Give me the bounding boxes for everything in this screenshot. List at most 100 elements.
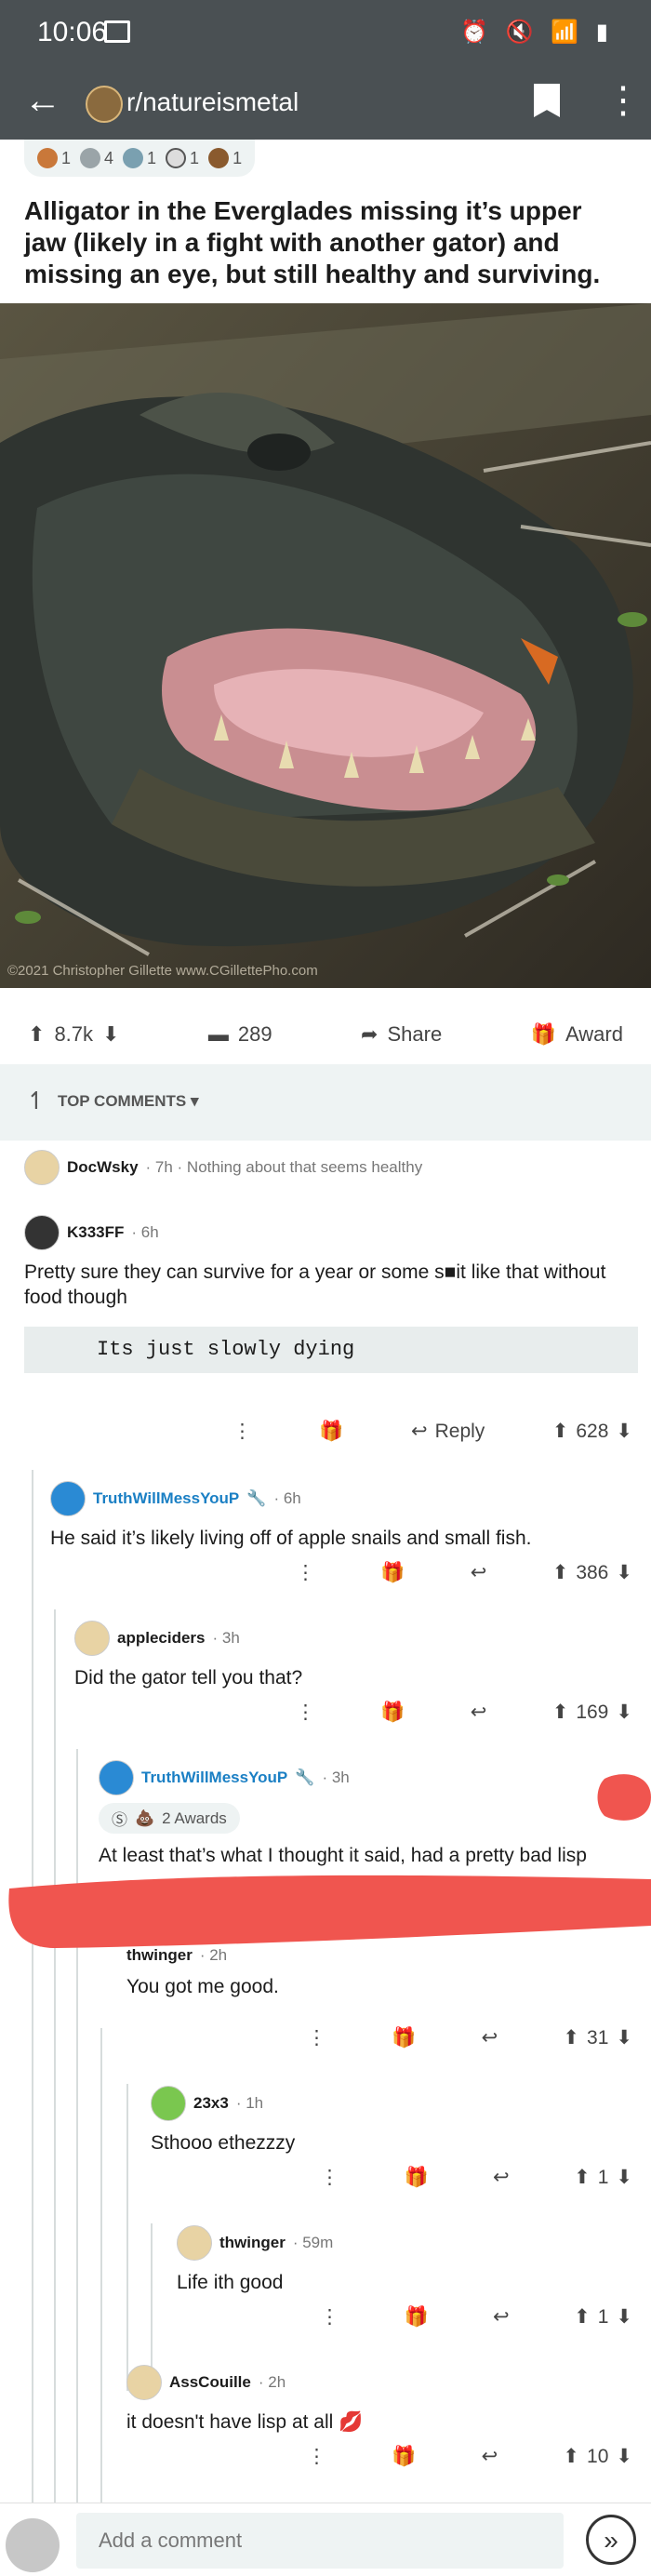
gift-icon[interactable]: 🎁 — [380, 1702, 405, 1724]
comment-username[interactable]: 23x3 — [193, 2094, 229, 2113]
reply-arrow-icon[interactable]: ↩ — [493, 2305, 510, 2329]
award-item: 4 — [80, 148, 113, 168]
more-icon[interactable]: ⋮ — [307, 2445, 326, 2468]
vote-control: ⬆ 8.7k ⬇ — [28, 1022, 119, 1047]
reply-button[interactable]: ↩ Reply — [411, 1420, 485, 1443]
more-options-icon[interactable]: ⋮ — [604, 80, 642, 121]
more-icon[interactable]: ⋮ — [296, 1561, 315, 1584]
award-s-icon: Ⓢ — [112, 1811, 127, 1829]
upvote-icon[interactable]: ⬆ — [563, 2026, 579, 2049]
upvote-icon[interactable]: ⬆ — [552, 1561, 569, 1584]
reply-arrow-icon[interactable]: ↩ — [482, 2445, 498, 2468]
thread-line[interactable] — [76, 1749, 78, 2503]
user-avatar — [177, 2225, 212, 2261]
thread-line[interactable] — [126, 2084, 128, 2391]
add-comment-input[interactable]: Add a comment — [76, 2513, 564, 2569]
comment-username[interactable]: AssCouille — [169, 2373, 251, 2392]
downvote-icon[interactable]: ⬇ — [102, 1022, 119, 1047]
comment-meta: · 3h — [212, 1629, 240, 1647]
gift-icon[interactable]: 🎁 — [404, 2167, 428, 2189]
gift-icon[interactable]: 🎁 — [319, 1421, 343, 1443]
comment-body: it doesn't have lisp at all 💋 — [126, 2411, 364, 2433]
more-icon[interactable]: ⋮ — [320, 2305, 339, 2329]
more-icon[interactable]: ⋮ — [307, 2026, 326, 2049]
system-status-icons: ⏰ 🔇 📶 ▮ — [460, 20, 614, 45]
upvote-icon[interactable]: ⬆ — [552, 1420, 569, 1443]
award-item: 1 — [208, 148, 242, 168]
comment-username[interactable]: K333FF — [67, 1223, 124, 1242]
app-bar: ← r/natureismetal ⋮ — [0, 67, 651, 140]
user-avatar[interactable] — [6, 2518, 60, 2572]
award-s-icon — [166, 148, 187, 168]
code-block: Its just slowly dying — [24, 1327, 638, 1373]
comment-username[interactable]: thwinger — [126, 1946, 193, 1965]
status-bar: 10:06 ⏰ 🔇 📶 ▮ — [0, 0, 651, 67]
subreddit-avatar[interactable] — [86, 86, 123, 123]
comment-body: Pretty sure they can survive for a year … — [24, 1261, 606, 1308]
reply-arrow-icon[interactable]: ↩ — [493, 2166, 510, 2189]
comment-username[interactable]: TruthWillMessYouP — [93, 1489, 239, 1508]
back-arrow-icon[interactable]: ← — [24, 82, 61, 119]
post-title: Alligator in the Everglades missing it’s… — [24, 196, 601, 288]
share-button[interactable]: ➦ Share — [361, 1022, 442, 1047]
award-item: 1 — [123, 148, 156, 168]
bookmark-icon[interactable] — [534, 84, 560, 117]
comment-body: You got me good. — [126, 1976, 279, 1997]
reply-arrow-icon[interactable]: ↩ — [482, 2026, 498, 2049]
downvote-icon[interactable]: ⬇ — [616, 2305, 632, 2329]
comment-username[interactable]: DocWsky — [67, 1158, 139, 1177]
thread-line[interactable] — [100, 2028, 102, 2503]
subreddit-name[interactable]: r/natureismetal — [126, 87, 299, 117]
downvote-icon[interactable]: ⬇ — [616, 2166, 632, 2189]
downvote-icon[interactable]: ⬇ — [616, 2445, 632, 2468]
comment-meta: · 1h — [235, 2094, 264, 2112]
comment-username[interactable]: appleciders — [117, 1629, 206, 1648]
upvote-icon[interactable]: ⬆ — [552, 1701, 569, 1724]
vote-control: ⬆ 386 ⬇ — [551, 1561, 632, 1584]
gift-icon: 🎁 — [530, 1022, 557, 1046]
award-poop-icon — [208, 148, 230, 168]
reply-arrow-icon[interactable]: ↩ — [471, 1561, 487, 1584]
thread-line[interactable] — [32, 1470, 33, 2503]
downvote-icon[interactable]: ⬇ — [616, 1561, 632, 1584]
award-item: 1 — [37, 148, 71, 168]
comment: thwinger · 2h You got me good. — [126, 1946, 629, 1999]
chevron-double-down-icon[interactable]: » — [586, 2515, 636, 2565]
user-avatar — [24, 1215, 60, 1250]
more-icon[interactable]: ⋮ — [232, 1420, 252, 1443]
gift-icon[interactable]: 🎁 — [392, 2446, 416, 2468]
user-avatar — [24, 1150, 60, 1185]
comment-collapsed[interactable]: DocWsky · 7h · Nothing about that seems … — [24, 1150, 629, 1185]
user-avatar — [126, 2365, 162, 2400]
upvote-icon[interactable]: ⬆ — [563, 2445, 579, 2468]
thread-line[interactable] — [54, 1609, 56, 2503]
comment-username[interactable]: thwinger — [219, 2234, 286, 2252]
reply-arrow-icon[interactable]: ↩ — [471, 1701, 487, 1724]
award-button[interactable]: 🎁 Award — [531, 1022, 623, 1047]
photo-watermark: ©2021 Christopher Gillette www.CGillette… — [7, 963, 318, 979]
upvote-icon[interactable]: ⬆ — [574, 2166, 591, 2189]
reply-arrow-icon: ↩ — [411, 1421, 428, 1442]
upvote-icon[interactable]: ⬆ — [28, 1022, 45, 1047]
more-icon[interactable]: ⋮ — [320, 2166, 339, 2189]
comment-username[interactable]: TruthWillMessYouP — [141, 1768, 287, 1787]
gift-icon[interactable]: 🎁 — [404, 2306, 428, 2329]
more-icon[interactable]: ⋮ — [296, 1701, 315, 1724]
comment-meta: · 2h — [199, 1946, 228, 1964]
upvote-icon[interactable]: ⬆ — [574, 2305, 591, 2329]
post-image[interactable]: ©2021 Christopher Gillette www.CGillette… — [0, 303, 651, 988]
gift-icon[interactable]: 🎁 — [392, 2027, 416, 2049]
downvote-icon[interactable]: ⬇ — [616, 2026, 632, 2049]
downvote-icon[interactable]: ⬇ — [616, 1701, 632, 1724]
gift-icon[interactable]: 🎁 — [380, 1562, 405, 1584]
sort-comments-bar[interactable]: ↿ TOP COMMENTS ▾ — [0, 1064, 651, 1141]
awards-pill[interactable]: Ⓢ 💩 2 Awards — [99, 1803, 240, 1834]
comment-body: At least that’s what I thought it said, … — [99, 1845, 587, 1866]
comment-actions: ⋮ 🎁 ↩ ⬆ 386 ⬇ — [296, 1561, 632, 1584]
awards-strip[interactable]: 1 4 1 1 1 — [24, 140, 256, 177]
downvote-icon[interactable]: ⬇ — [616, 1420, 632, 1443]
comments-button[interactable]: ▬ 289 — [208, 1022, 272, 1047]
comment-body: Did the gator tell you that? — [74, 1667, 303, 1688]
comment: 23x3 · 1h Sthooo ethezzzy — [151, 2086, 625, 2156]
comment-composer-bar: Add a comment » — [0, 2503, 651, 2576]
